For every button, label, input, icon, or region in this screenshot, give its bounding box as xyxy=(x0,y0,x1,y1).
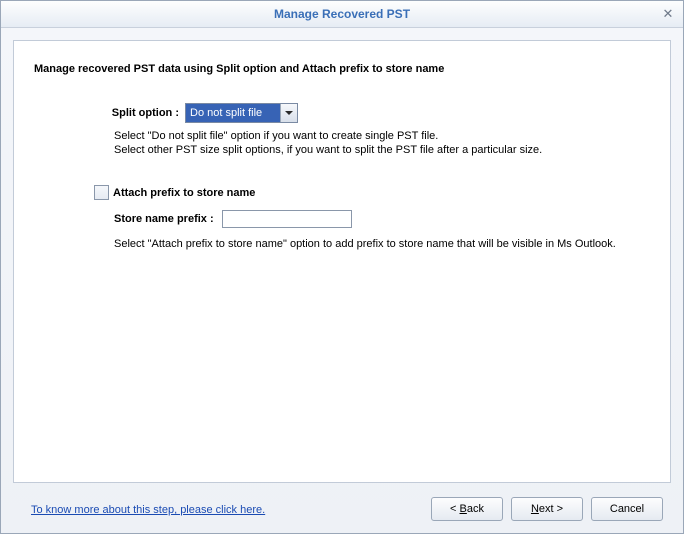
prefix-checkbox-label: Attach prefix to store name xyxy=(113,187,255,199)
close-icon[interactable]: ✕ xyxy=(659,5,677,23)
main-panel: Manage recovered PST data using Split op… xyxy=(13,40,671,483)
next-button[interactable]: Next > xyxy=(511,497,583,521)
prefix-input-label: Store name prefix : xyxy=(114,213,214,225)
split-option-label: Split option : xyxy=(94,107,185,119)
prefix-input[interactable] xyxy=(222,210,352,228)
page-heading: Manage recovered PST data using Split op… xyxy=(34,63,650,75)
split-option-row: Split option : Do not split file xyxy=(94,103,650,123)
help-link[interactable]: To know more about this step, please cli… xyxy=(31,504,265,516)
prefix-help-text: Select "Attach prefix to store name" opt… xyxy=(114,238,650,250)
split-option-select[interactable]: Do not split file xyxy=(185,103,298,123)
cancel-button[interactable]: Cancel xyxy=(591,497,663,521)
prefix-input-row: Store name prefix : xyxy=(114,210,650,228)
prefix-checkbox[interactable] xyxy=(94,185,109,200)
back-button[interactable]: < Back xyxy=(431,497,503,521)
window-title: Manage Recovered PST xyxy=(1,7,683,21)
split-help-line2: Select other PST size split options, if … xyxy=(114,143,650,157)
prefix-checkbox-row: Attach prefix to store name xyxy=(94,185,650,200)
wizard-buttons: < Back Next > Cancel xyxy=(431,497,663,521)
split-help-line1: Select "Do not split file" option if you… xyxy=(114,129,650,143)
chevron-down-icon xyxy=(280,104,297,122)
dialog-window: Manage Recovered PST ✕ Manage recovered … xyxy=(0,0,684,534)
content-wrapper: Manage recovered PST data using Split op… xyxy=(1,28,683,533)
split-help-text: Select "Do not split file" option if you… xyxy=(114,129,650,157)
split-option-value: Do not split file xyxy=(186,104,280,122)
title-bar: Manage Recovered PST ✕ xyxy=(1,1,683,28)
